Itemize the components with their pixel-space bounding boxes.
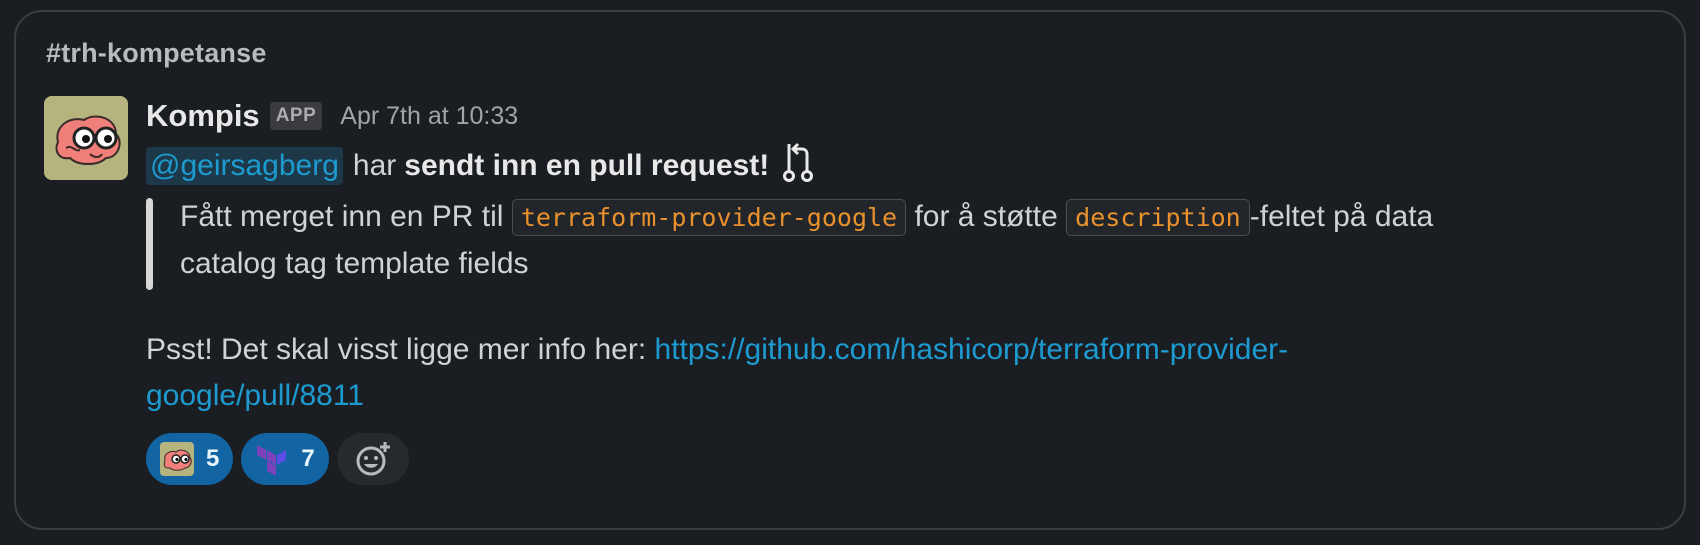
quote-text-1: Fått merget inn en PR til [180,200,512,233]
quote-text-2: for å støtte [906,200,1067,233]
brain-glasses-emoji-icon [160,442,194,476]
message-body: Kompis APP Apr 7th at 10:33 @geirsagberg… [146,94,1626,485]
reaction-count: 7 [301,445,315,472]
headline-verb: har [352,149,397,182]
app-badge: APP [269,102,323,130]
message-timestamp[interactable]: Apr 7th at 10:33 [340,102,518,131]
add-reaction-icon [356,442,390,476]
brain-avatar-icon [44,96,128,180]
code-description: description [1066,199,1250,236]
info-line: Psst! Det skal visst ligge mer info her:… [146,327,1446,419]
headline-action: sendt inn en pull request! [404,149,770,182]
add-reaction-button[interactable] [336,433,409,485]
terraform-emoji-icon [255,442,289,476]
reaction-brain[interactable]: 5 [146,433,234,485]
pull-request-icon [781,142,815,190]
code-terraform-provider: terraform-provider-google [511,199,907,236]
reaction-terraform[interactable]: 7 [241,433,329,485]
reactions-bar: 5 7 [146,433,1626,485]
channel-name[interactable]: #trh-kompetanse [46,38,267,69]
user-mention[interactable]: @geirsagberg [146,147,343,185]
sender-name[interactable]: Kompis [146,98,260,134]
quote-block: Fått merget inn en PR til terraform-prov… [146,194,1480,290]
message-headline: @geirsagberg har sendt inn en pull reque… [146,142,1626,190]
message-card: #trh-kompetanse Kompis APP Apr 7th at 10… [14,10,1686,530]
avatar[interactable] [44,96,128,180]
reaction-count: 5 [206,445,220,472]
message-header: Kompis APP Apr 7th at 10:33 [146,94,1626,138]
info-text: Psst! Det skal visst ligge mer info her: [146,333,655,366]
